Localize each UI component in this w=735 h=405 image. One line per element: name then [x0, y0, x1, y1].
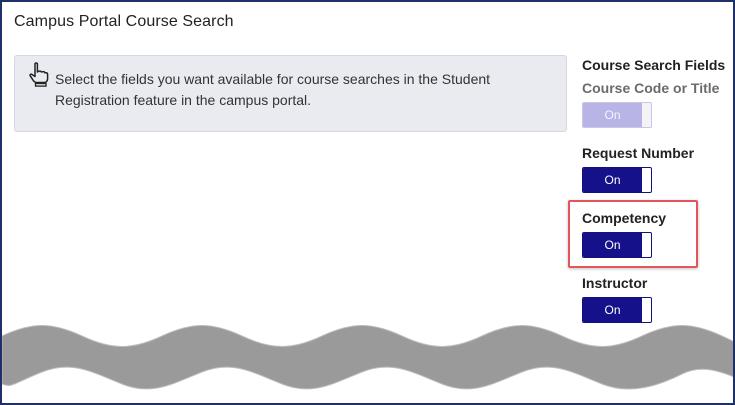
info-text: Select the fields you want available for… — [55, 71, 491, 108]
field-request-number: Request Number On — [582, 145, 732, 193]
field-label: Course Code or Title — [582, 80, 720, 96]
toggle-on-label: On — [583, 168, 642, 192]
request-number-toggle[interactable]: On — [582, 167, 652, 193]
field-label: Request Number — [582, 145, 695, 161]
torn-edge-divider — [2, 325, 733, 390]
info-box: Select the fields you want available for… — [14, 55, 567, 132]
screenshot-frame: Campus Portal Course Search Select the f… — [0, 0, 735, 405]
course-code-toggle[interactable]: On — [582, 102, 652, 128]
fields-header: Course Search Fields — [582, 57, 726, 73]
toggle-on-label: On — [583, 103, 642, 127]
field-label: Instructor — [582, 275, 648, 291]
page-title: Campus Portal Course Search — [14, 13, 234, 30]
competency-highlight-box — [568, 200, 698, 268]
field-course-code-or-title: Course Code or Title On — [582, 80, 732, 128]
pointing-hand-icon — [29, 62, 49, 87]
